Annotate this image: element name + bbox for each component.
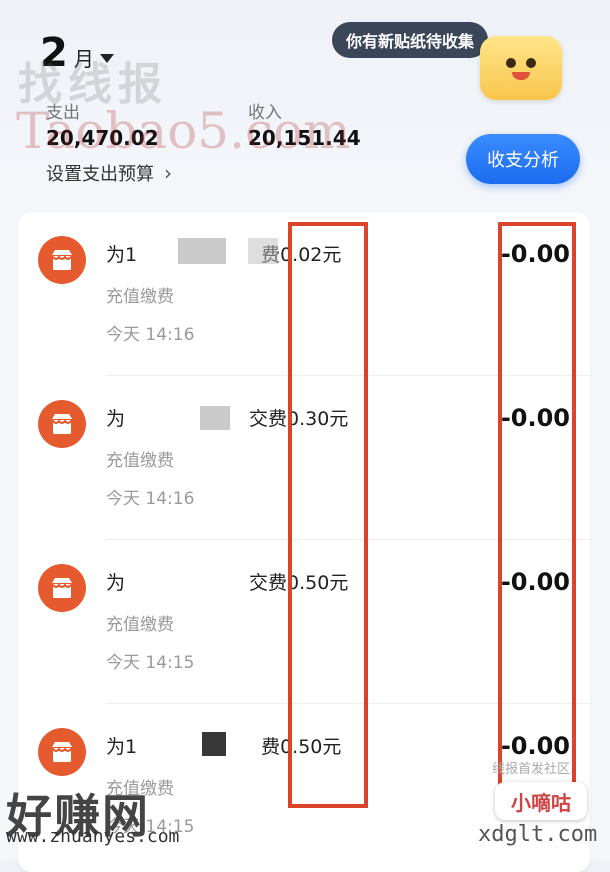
sticker-bubble[interactable]: 你有新贴纸待收集: [332, 22, 489, 58]
mascot-mouth-icon: [512, 72, 530, 80]
shop-icon: [38, 564, 86, 612]
shop-icon: [38, 236, 86, 284]
watermark-taobao: Taobao5.com: [16, 102, 351, 160]
transaction-time: 今天 14:15: [106, 653, 195, 673]
transaction-title-prefix: 为: [106, 572, 126, 594]
transaction-time: 今天 14:16: [106, 325, 195, 345]
transaction-title-prefix: 为1: [106, 244, 138, 266]
shop-icon: [38, 728, 86, 776]
blur-mask: [178, 238, 226, 264]
mascot-eye-icon: [506, 58, 516, 68]
transaction-category: 充值缴费: [106, 615, 174, 635]
transaction-category: 充值缴费: [106, 287, 174, 307]
shop-icon: [38, 400, 86, 448]
watermark-community: 线报首发社区: [492, 762, 571, 777]
chevron-right-icon: ›: [164, 161, 172, 185]
income-expense-analysis-button[interactable]: 收支分析: [466, 134, 580, 184]
transaction-category: 充值缴费: [106, 451, 174, 471]
watermark-haozhuan-url: www.zhuanyes.com: [6, 826, 180, 847]
watermark-xiaodigu: 小嘀咕: [495, 782, 587, 820]
highlight-box-title-amount: [288, 222, 368, 808]
transaction-title-prefix: 为1: [106, 736, 138, 758]
watermark-xdglt: xdglt.com: [478, 822, 598, 847]
transaction-time: 今天 14:16: [106, 489, 195, 509]
budget-link[interactable]: 设置支出预算 ›: [46, 160, 172, 186]
budget-link-label: 设置支出预算: [46, 164, 154, 185]
blur-mask: [200, 406, 230, 430]
highlight-box-amount: [498, 222, 576, 808]
blur-mask: [202, 732, 226, 756]
blur-mask: [248, 238, 278, 264]
mascot-eye-icon: [526, 58, 536, 68]
transaction-title-prefix: 为: [106, 408, 126, 430]
mascot-sticker-icon[interactable]: [480, 36, 562, 100]
